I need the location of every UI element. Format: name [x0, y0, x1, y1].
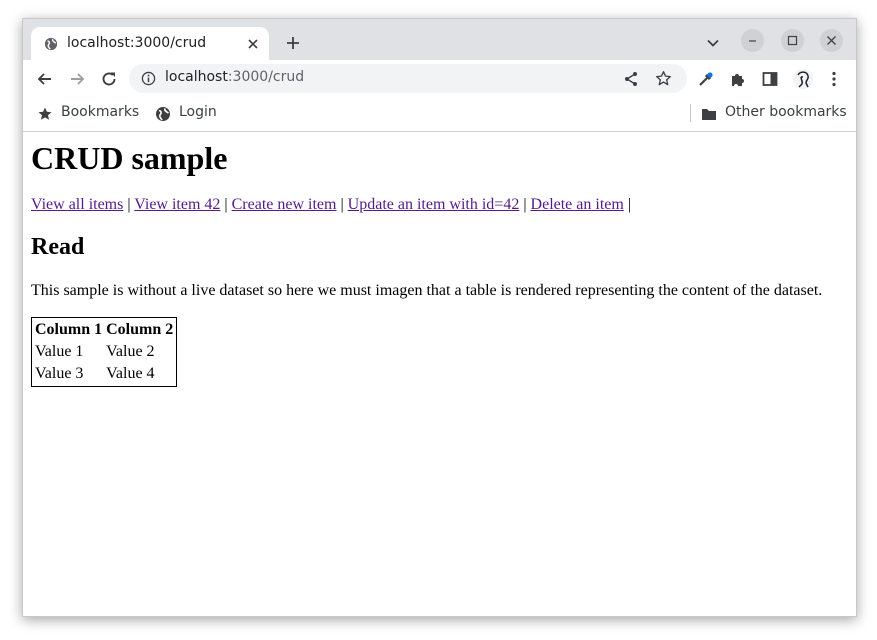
table-cell: Value 2 — [106, 343, 155, 360]
chevron-down-icon[interactable] — [706, 36, 720, 50]
link-delete-item[interactable]: Delete an item — [531, 196, 624, 213]
eyedropper-icon[interactable] — [697, 70, 715, 88]
close-icon — [827, 36, 836, 45]
table-row: Value 1 Value 2 — [34, 342, 174, 362]
separator: | — [340, 196, 344, 213]
link-view-all-items[interactable]: View all items — [31, 196, 123, 213]
folder-icon — [702, 109, 716, 120]
close-window-button[interactable] — [820, 29, 843, 52]
plus-icon[interactable] — [285, 35, 301, 51]
separator: | — [627, 196, 632, 213]
share-icon[interactable] — [623, 71, 639, 87]
table-cell: Value 3 — [35, 365, 84, 382]
star-icon — [38, 107, 52, 120]
table-header-cell: Column 2 — [106, 321, 174, 338]
minimize-icon — [749, 40, 756, 42]
link-create-new-item[interactable]: Create new item — [232, 196, 337, 213]
link-view-item-42[interactable]: View item 42 — [134, 196, 220, 213]
star-icon[interactable] — [655, 70, 672, 87]
globe-icon — [156, 107, 170, 121]
url-text: localhost:3000/crud — [165, 69, 305, 85]
reload-icon[interactable] — [100, 70, 118, 88]
separator: | — [523, 196, 527, 213]
bookmarks-bar: Bookmarks Login Other bookmarks — [23, 97, 856, 132]
toolbar: localhost:3000/crud — [23, 60, 856, 97]
kebab-menu-icon[interactable] — [825, 70, 843, 88]
description-text: This sample is without a live dataset so… — [31, 282, 823, 299]
address-bar[interactable]: localhost:3000/crud — [129, 64, 687, 93]
separator: | — [224, 196, 228, 213]
minimize-button[interactable] — [741, 29, 764, 52]
back-arrow-icon[interactable] — [36, 70, 54, 88]
page-title: CRUD sample — [31, 140, 228, 176]
page-content: CRUD sample View all items | View item 4… — [23, 132, 856, 616]
crud-nav: View all items | View item 42 | Create n… — [31, 196, 631, 214]
forward-arrow-icon[interactable] — [68, 70, 86, 88]
browser-window: localhost:3000/crud localhost:3000/crud … — [22, 18, 857, 617]
section-heading-read: Read — [31, 234, 85, 260]
maximize-icon — [787, 35, 798, 46]
puzzle-icon[interactable] — [729, 70, 747, 88]
table-row: Value 3 Value 4 — [34, 364, 174, 384]
table-header-cell: Column 1 — [35, 321, 103, 338]
close-icon[interactable] — [246, 37, 260, 51]
bookmarks-divider — [690, 104, 691, 122]
table-cell: Value 1 — [35, 343, 84, 360]
tab-title: localhost:3000/crud — [67, 35, 207, 51]
active-tab[interactable]: localhost:3000/crud — [31, 27, 269, 61]
maximize-button[interactable] — [781, 29, 804, 52]
avatar[interactable] — [792, 68, 814, 90]
separator: | — [127, 196, 131, 213]
data-table: Column 1 Column 2 Value 1 Value 2 Value … — [31, 317, 178, 387]
table-header-row: Column 1 Column 2 — [34, 320, 174, 340]
tab-strip: localhost:3000/crud — [23, 19, 856, 61]
info-icon[interactable] — [141, 71, 156, 86]
globe-icon — [44, 37, 58, 51]
side-panel-icon[interactable] — [761, 70, 779, 88]
link-update-item-42[interactable]: Update an item with id=42 — [348, 196, 520, 213]
table-cell: Value 4 — [106, 365, 155, 382]
